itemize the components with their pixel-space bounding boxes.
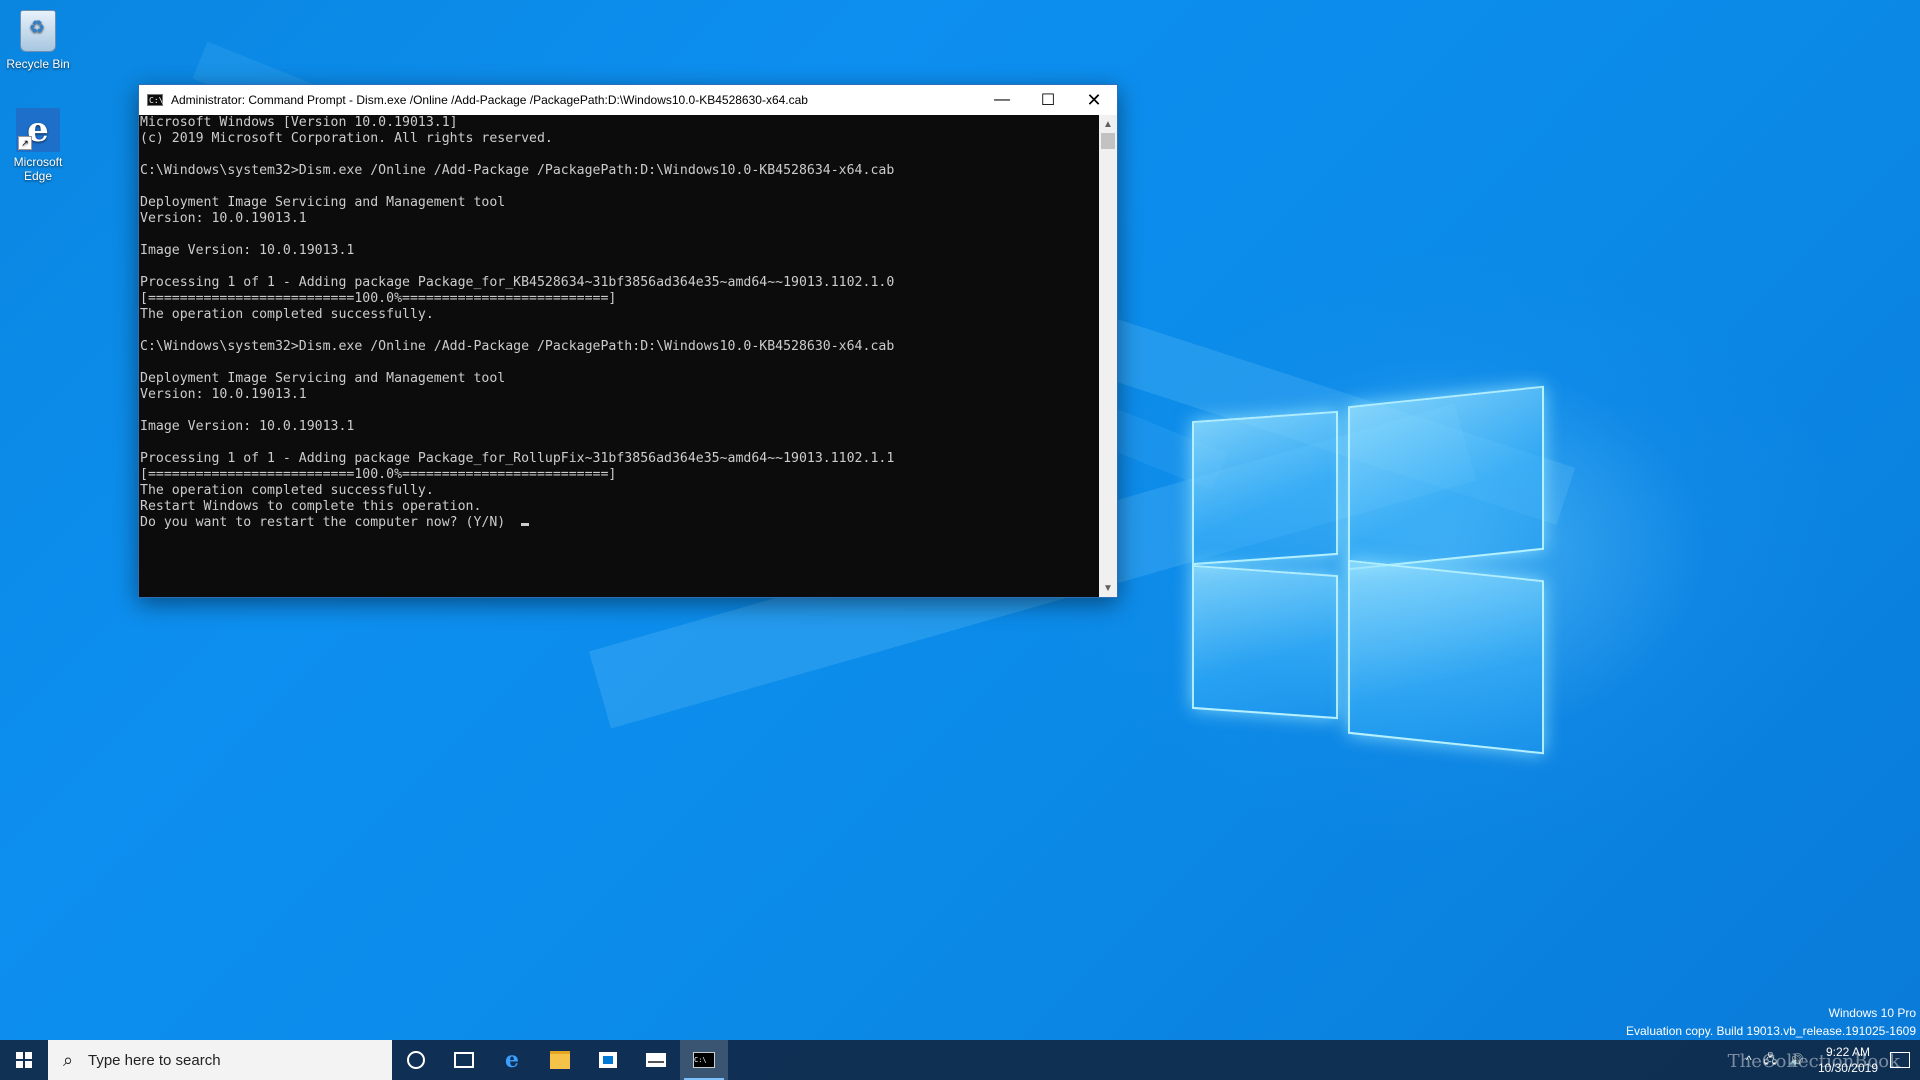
console-line: [==========================100.0%=======… (140, 467, 617, 482)
scroll-down-arrow-icon[interactable]: ▼ (1099, 579, 1117, 597)
shortcut-arrow-icon: ↗ (18, 136, 32, 150)
console-line: Restart Windows to complete this operati… (140, 499, 482, 514)
close-button[interactable]: ✕ (1071, 85, 1117, 115)
desktop-icon-recycle-bin[interactable]: Recycle Bin (0, 8, 76, 71)
logo-pane (1348, 385, 1544, 571)
console-line: Deployment Image Servicing and Managemen… (140, 195, 506, 210)
taskbar-edge[interactable]: e (488, 1040, 536, 1080)
maximize-button[interactable]: ☐ (1025, 85, 1071, 115)
console-line: The operation completed successfully. (140, 307, 434, 322)
scroll-up-arrow-icon[interactable]: ▲ (1099, 115, 1117, 133)
console-line: The operation completed successfully. (140, 483, 434, 498)
console-line: (c) 2019 Microsoft Corporation. All righ… (140, 131, 553, 146)
console-line: Deployment Image Servicing and Managemen… (140, 371, 506, 386)
search-box[interactable]: ⌕ Type here to search (48, 1040, 392, 1080)
cmd-icon: C:\ (693, 1052, 715, 1068)
console-line: [==========================100.0%=======… (140, 291, 617, 306)
console-line: Microsoft Windows [Version 10.0.19013.1] (140, 115, 458, 130)
minimize-button[interactable]: — (979, 85, 1025, 115)
taskbar: ⌕ Type here to search e C:\ ^ 🖧 🔊 9:22 A… (0, 1040, 1920, 1080)
start-button[interactable] (0, 1040, 48, 1080)
scrollbar-thumb[interactable] (1101, 133, 1115, 149)
taskbar-file-explorer[interactable] (536, 1040, 584, 1080)
window-title: Administrator: Command Prompt - Dism.exe… (171, 93, 808, 107)
brand-watermark: TheCollectionBook (1727, 1051, 1900, 1072)
build-text: Evaluation copy. Build 19013.vb_release.… (1626, 1024, 1916, 1038)
console-line: Processing 1 of 1 - Adding package Packa… (140, 275, 895, 290)
edge-icon: e (505, 1047, 519, 1073)
windows-start-icon (16, 1052, 32, 1068)
console-line: Version: 10.0.19013.1 (140, 387, 307, 402)
edition-text: Windows 10 Pro (1828, 1006, 1916, 1020)
console-line: Image Version: 10.0.19013.1 (140, 419, 355, 434)
taskbar-store[interactable] (584, 1040, 632, 1080)
logo-pane (1192, 410, 1338, 566)
console-line: Do you want to restart the computer now?… (140, 515, 1098, 531)
console-line: Processing 1 of 1 - Adding package Packa… (140, 451, 895, 466)
task-view-button[interactable] (440, 1040, 488, 1080)
store-icon (599, 1052, 617, 1068)
recycle-bin-icon (16, 10, 60, 54)
vertical-scrollbar[interactable]: ▲ ▼ (1099, 115, 1117, 597)
console-line: Image Version: 10.0.19013.1 (140, 243, 355, 258)
command-prompt-window[interactable]: C:\ Administrator: Command Prompt - Dism… (138, 84, 1118, 598)
desktop-icon-label: Microsoft Edge (13, 155, 63, 183)
evaluation-watermark: Windows 10 Pro Evaluation copy. Build 19… (1626, 1004, 1916, 1040)
taskbar-command-prompt[interactable]: C:\ (680, 1040, 728, 1080)
text-cursor (521, 523, 530, 526)
desktop-icon-label: Recycle Bin (6, 57, 70, 71)
windows-logo (1192, 380, 1562, 755)
logo-pane (1192, 564, 1338, 720)
search-icon: ⌕ (62, 1049, 74, 1070)
window-titlebar[interactable]: C:\ Administrator: Command Prompt - Dism… (139, 85, 1117, 115)
cortana-button[interactable] (392, 1040, 440, 1080)
search-placeholder: Type here to search (88, 1051, 221, 1069)
folder-icon (550, 1051, 570, 1069)
desktop-icon-microsoft-edge[interactable]: e ↗ Microsoft Edge (0, 108, 76, 183)
cortana-icon (407, 1051, 425, 1069)
taskbar-mail[interactable] (632, 1040, 680, 1080)
edge-icon: e ↗ (16, 108, 60, 152)
logo-pane (1348, 559, 1544, 755)
console-line: C:\Windows\system32>Dism.exe /Online /Ad… (140, 339, 895, 354)
task-view-icon (454, 1052, 474, 1068)
cmd-icon[interactable]: C:\ (147, 94, 163, 106)
console-output[interactable]: Microsoft Windows [Version 10.0.19013.1]… (139, 115, 1099, 597)
console-line: Version: 10.0.19013.1 (140, 211, 307, 226)
mail-icon (646, 1053, 666, 1067)
console-line: C:\Windows\system32>Dism.exe /Online /Ad… (140, 163, 895, 178)
